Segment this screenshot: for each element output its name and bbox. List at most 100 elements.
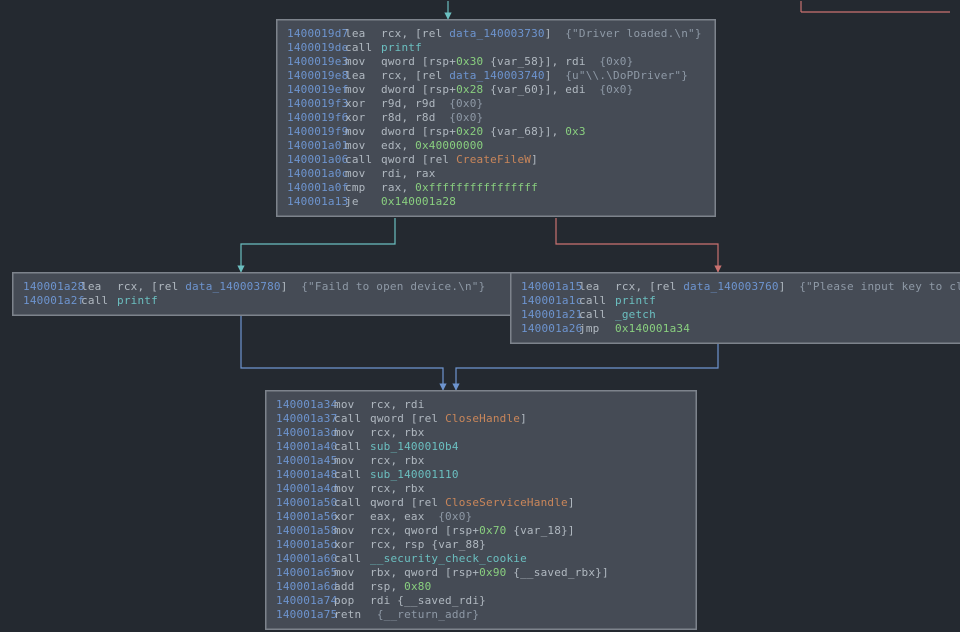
basic-block-cleanup[interactable]: 140001a34movrcx, rdi140001a37callqword [… <box>265 390 697 630</box>
asm-row[interactable]: 140001a3dmovrcx, rbx <box>276 426 686 440</box>
symbol-ref: data_140003740 <box>449 69 545 82</box>
mnemonic: lea <box>81 280 117 294</box>
asm-row[interactable]: 140001a0cmovrdi, rax <box>287 167 705 181</box>
asm-row[interactable]: 140001a37callqword [rel CloseHandle] <box>276 412 686 426</box>
asm-row[interactable]: 1400019e3movqword [rsp+0x30 {var_58}], r… <box>287 55 705 69</box>
asm-row[interactable]: 1400019d7learcx, [rel data_140003730] {"… <box>287 27 705 41</box>
operands: 0x140001a28 <box>381 195 456 209</box>
operands: rcx, rbx <box>370 454 425 468</box>
asm-row[interactable]: 140001a56xoreax, eax {0x0} <box>276 510 686 524</box>
asm-row[interactable]: 140001a0fcmprax, 0xffffffffffffffff <box>287 181 705 195</box>
mnemonic: mov <box>334 398 370 412</box>
address: 140001a6d <box>276 580 334 594</box>
operands: _getch <box>615 308 656 322</box>
basic-block-fail-open[interactable]: 140001a28learcx, [rel data_140003780] {"… <box>12 272 522 316</box>
address: 1400019f3 <box>287 97 345 111</box>
symbol-ref: __security_check_cookie <box>370 552 527 565</box>
mnemonic: jmp <box>579 322 615 336</box>
mnemonic: xor <box>345 111 381 125</box>
address: 140001a58 <box>276 524 334 538</box>
operands: dword [rsp+0x28 {var_60}], edi {0x0} <box>381 83 633 97</box>
basic-block-ok-open[interactable]: 140001a15learcx, [rel data_140003760] {"… <box>510 272 960 344</box>
asm-row[interactable]: 140001a50callqword [rel CloseServiceHand… <box>276 496 686 510</box>
asm-row[interactable]: 140001a01movedx, 0x40000000 <box>287 139 705 153</box>
basic-block-entry[interactable]: 1400019d7learcx, [rel data_140003730] {"… <box>276 19 716 217</box>
symbol-ref: data_140003730 <box>449 27 545 40</box>
symbol-ref: _getch <box>615 308 656 321</box>
asm-row[interactable]: 140001a6daddrsp, 0x80 <box>276 580 686 594</box>
mnemonic: mov <box>334 566 370 580</box>
asm-row[interactable]: 1400019e8learcx, [rel data_140003740] {u… <box>287 69 705 83</box>
asm-row[interactable]: 140001a65movrbx, qword [rsp+0x90 {__save… <box>276 566 686 580</box>
asm-row[interactable]: 140001a28learcx, [rel data_140003780] {"… <box>23 280 511 294</box>
address: 1400019d7 <box>287 27 345 41</box>
address: 1400019f9 <box>287 125 345 139</box>
asm-row[interactable]: 140001a58movrcx, qword [rsp+0x70 {var_18… <box>276 524 686 538</box>
mnemonic: mov <box>345 83 381 97</box>
asm-row[interactable]: 140001a75retn {__return_addr} <box>276 608 686 622</box>
asm-row[interactable]: 140001a26jmp0x140001a34 <box>521 322 960 336</box>
address: 140001a2f <box>23 294 81 308</box>
address: 140001a5d <box>276 538 334 552</box>
address: 140001a48 <box>276 468 334 482</box>
operands: rcx, [rel data_140003740] {u"\\.\DoPDriv… <box>381 69 688 83</box>
asm-row[interactable]: 140001a45movrcx, rbx <box>276 454 686 468</box>
operands: dword [rsp+0x20 {var_68}], 0x3 <box>381 125 586 139</box>
mnemonic: mov <box>345 167 381 181</box>
address: 140001a26 <box>521 322 579 336</box>
mnemonic: xor <box>345 97 381 111</box>
asm-row[interactable]: 140001a06callqword [rel CreateFileW] <box>287 153 705 167</box>
operands: qword [rel CloseHandle] <box>370 412 527 426</box>
operands: sub_1400010b4 <box>370 440 459 454</box>
asm-row[interactable]: 140001a74poprdi {__saved_rdi} <box>276 594 686 608</box>
operands: rsp, 0x80 <box>370 580 431 594</box>
address: 140001a60 <box>276 552 334 566</box>
operands: __security_check_cookie <box>370 552 527 566</box>
operands: r8d, r8d {0x0} <box>381 111 483 125</box>
mnemonic: mov <box>334 426 370 440</box>
asm-row[interactable]: 140001a15learcx, [rel data_140003760] {"… <box>521 280 960 294</box>
asm-row[interactable]: 1400019efmovdword [rsp+0x28 {var_60}], e… <box>287 83 705 97</box>
asm-row[interactable]: 140001a5dxorrcx, rsp {var_88} <box>276 538 686 552</box>
asm-row[interactable]: 1400019f6xorr8d, r8d {0x0} <box>287 111 705 125</box>
address: 140001a15 <box>521 280 579 294</box>
asm-row[interactable]: 140001a4dmovrcx, rbx <box>276 482 686 496</box>
operands: edx, 0x40000000 <box>381 139 483 153</box>
mnemonic: call <box>579 294 615 308</box>
operands: sub_140001110 <box>370 468 459 482</box>
mnemonic: call <box>334 440 370 454</box>
mnemonic: pop <box>334 594 370 608</box>
mnemonic: call <box>81 294 117 308</box>
asm-row[interactable]: 140001a13je0x140001a28 <box>287 195 705 209</box>
mnemonic: lea <box>579 280 615 294</box>
asm-row[interactable]: 140001a48callsub_140001110 <box>276 468 686 482</box>
operands: rcx, rsp {var_88} <box>370 538 486 552</box>
disassembly-graph[interactable]: 1400019d7learcx, [rel data_140003730] {"… <box>0 0 960 632</box>
operands: printf <box>117 294 158 308</box>
operands: eax, eax {0x0} <box>370 510 472 524</box>
symbol-ref: CreateFileW <box>456 153 531 166</box>
mnemonic: call <box>345 41 381 55</box>
symbol-ref: data_140003780 <box>185 280 281 293</box>
asm-row[interactable]: 140001a60call__security_check_cookie <box>276 552 686 566</box>
mnemonic: retn <box>334 608 370 622</box>
mnemonic: mov <box>334 482 370 496</box>
address: 140001a74 <box>276 594 334 608</box>
asm-row[interactable]: 140001a34movrcx, rdi <box>276 398 686 412</box>
mnemonic: mov <box>345 55 381 69</box>
address: 140001a34 <box>276 398 334 412</box>
asm-row[interactable]: 140001a21call_getch <box>521 308 960 322</box>
mnemonic: mov <box>334 454 370 468</box>
mnemonic: xor <box>334 538 370 552</box>
asm-row[interactable]: 140001a1ccallprintf <box>521 294 960 308</box>
asm-row[interactable]: 1400019decallprintf <box>287 41 705 55</box>
asm-row[interactable]: 140001a2fcallprintf <box>23 294 511 308</box>
asm-row[interactable]: 1400019f9movdword [rsp+0x20 {var_68}], 0… <box>287 125 705 139</box>
operands: rcx, [rel data_140003780] {"Faild to ope… <box>117 280 485 294</box>
asm-row[interactable]: 140001a40callsub_1400010b4 <box>276 440 686 454</box>
asm-row[interactable]: 1400019f3xorr9d, r9d {0x0} <box>287 97 705 111</box>
operands: rcx, [rel data_140003760] {"Please input… <box>615 280 960 294</box>
symbol-ref: printf <box>615 294 656 307</box>
operands: {__return_addr} <box>370 608 479 622</box>
symbol-ref: printf <box>381 41 422 54</box>
